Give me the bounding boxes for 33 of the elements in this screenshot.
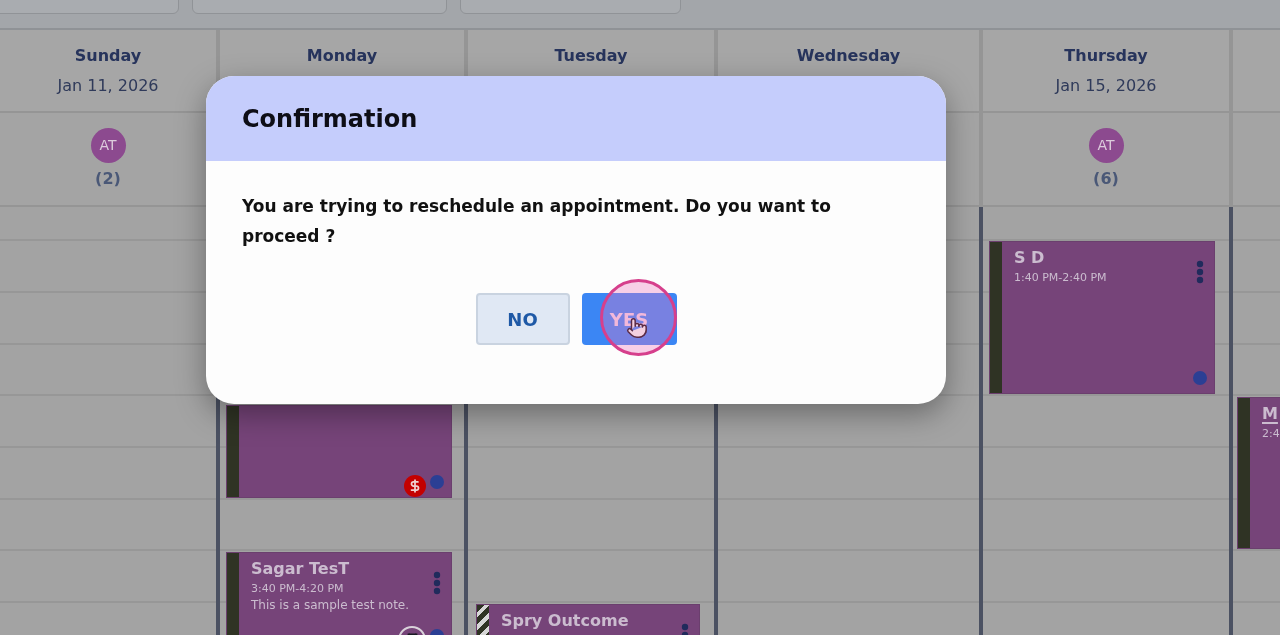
appointment-title: Spry Outcome — [501, 610, 629, 632]
day-name: Tuesday — [554, 45, 628, 67]
input-field[interactable] — [460, 0, 681, 14]
day-date: Jan 15, 2026 — [1055, 75, 1157, 97]
dollar-icon — [404, 475, 426, 497]
day-name: Sunday — [74, 45, 142, 67]
staff-avatar[interactable]: AT — [1088, 127, 1124, 163]
no-button[interactable]: NO — [475, 293, 570, 345]
appointment-note: This is a sample test note. — [251, 597, 410, 614]
dialog-title: Confirmation — [242, 103, 418, 135]
appointment-count: (6) — [1093, 167, 1119, 190]
dialog-message: You are trying to reschedule an appointment. Do you want to proceed ? — [242, 195, 832, 248]
appointment-card[interactable]: S D 1:40 PM-2:40 PM — [989, 241, 1215, 394]
appointment-title: Sagar TesT — [251, 558, 351, 580]
appointment-card[interactable]: Sagar TesT 3:40 PM-4:20 PM This is a sample test note. — [226, 552, 452, 635]
day-name: Wednesday — [796, 45, 901, 67]
appointment-card[interactable]: Spry Outcome — [476, 604, 700, 635]
appointment-card[interactable] — [226, 405, 452, 498]
kebab-menu-icon[interactable] — [1196, 260, 1204, 284]
appointment-title: S D — [1014, 247, 1046, 269]
day-date: Jan 11, 2026 — [57, 75, 159, 97]
day-name: Thursday — [1064, 45, 1148, 67]
input-field[interactable] — [192, 0, 447, 14]
appointment-time: 2:4 — [1262, 426, 1280, 442]
appointment-title: M — [1262, 403, 1279, 425]
day-name: Monday — [306, 45, 378, 67]
appointment-count: (2) — [95, 167, 121, 190]
appointment-card[interactable]: M 2:4 — [1237, 397, 1280, 549]
appointment-time: 1:40 PM-2:40 PM — [1014, 270, 1107, 286]
input-field[interactable] — [0, 0, 179, 14]
kebab-menu-icon[interactable] — [433, 571, 441, 595]
appointment-time: 3:40 PM-4:20 PM — [251, 581, 345, 597]
staff-avatar[interactable]: AT — [90, 127, 126, 163]
